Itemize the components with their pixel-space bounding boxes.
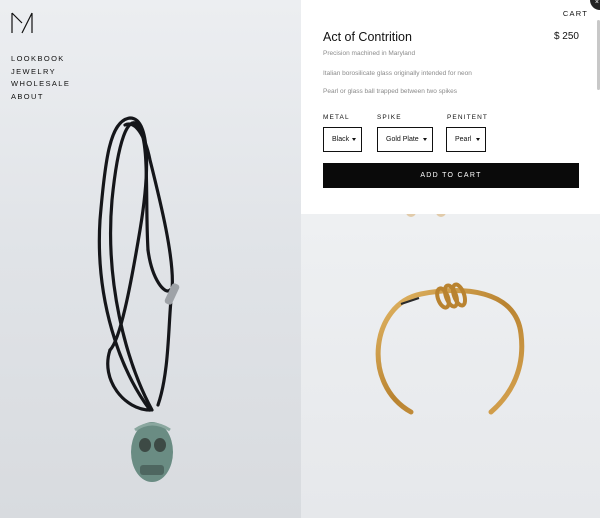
nav-item-jewelry[interactable]: JEWELRY bbox=[11, 66, 70, 79]
metal-select-value: Black bbox=[332, 136, 350, 143]
product-detail-panel: × CART Act of Contrition $ 250 Precision… bbox=[301, 0, 600, 214]
product-image-cuff bbox=[301, 214, 600, 518]
spike-select-value: Gold Plate bbox=[386, 136, 419, 143]
skull-pendant-icon bbox=[131, 422, 173, 482]
cart-link[interactable]: CART bbox=[563, 9, 588, 18]
nav-item-about[interactable]: ABOUT bbox=[11, 91, 70, 104]
spike-option-label: SPIKE bbox=[377, 114, 402, 121]
chevron-down-icon bbox=[476, 138, 480, 141]
chevron-down-icon bbox=[352, 138, 356, 141]
product-description-line: Precision machined in Maryland bbox=[323, 50, 416, 57]
penitent-select-value: Pearl bbox=[455, 136, 472, 143]
cuff-photo bbox=[375, 214, 525, 415]
nav-item-wholesale[interactable]: WHOLESALE bbox=[11, 78, 70, 91]
close-icon[interactable]: × bbox=[590, 0, 600, 10]
metal-select[interactable]: Black bbox=[323, 127, 362, 152]
penitent-option-label: PENITENT bbox=[447, 114, 488, 121]
product-price: $ 250 bbox=[553, 31, 579, 42]
spike-select[interactable]: Gold Plate bbox=[377, 127, 433, 152]
product-image-necklace: LOOKBOOK JEWELRY WHOLESALE ABOUT bbox=[0, 0, 301, 518]
product-description-line: Italian borosilicate glass originally in… bbox=[323, 70, 472, 77]
product-title: Act of Contrition bbox=[323, 30, 412, 44]
product-description-line: Pearl or glass ball trapped between two … bbox=[323, 88, 458, 95]
nav-item-lookbook[interactable]: LOOKBOOK bbox=[11, 53, 70, 66]
brand-logo-icon[interactable] bbox=[11, 12, 33, 34]
add-to-cart-button[interactable]: ADD TO CART bbox=[323, 163, 579, 188]
penitent-select[interactable]: Pearl bbox=[446, 127, 486, 152]
chevron-down-icon bbox=[423, 138, 427, 141]
metal-option-label: METAL bbox=[323, 114, 350, 121]
main-nav: LOOKBOOK JEWELRY WHOLESALE ABOUT bbox=[11, 53, 70, 104]
